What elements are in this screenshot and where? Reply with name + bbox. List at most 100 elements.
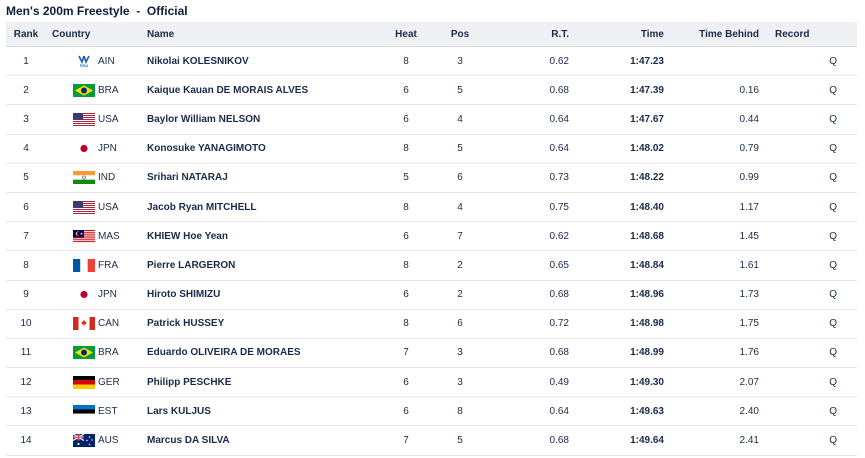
flag-jpn-icon: [73, 288, 95, 302]
heat-cell: 6: [403, 84, 409, 96]
pos-cell: 5: [457, 143, 463, 155]
time-behind-cell: 0.79: [739, 143, 759, 155]
country-code: JPN: [98, 289, 117, 301]
flag-ind-icon: [73, 171, 95, 185]
country-cell: USA: [73, 193, 143, 221]
time-cell: 1:49.64: [630, 435, 664, 447]
pos-cell: 4: [457, 201, 463, 213]
table-row[interactable]: 13 EST Lars KULJUS 6 8 0.64 1:49.63 2.40 Q: [6, 397, 857, 427]
table-row[interactable]: 1 FISU AIN Nikolai KOLESNIKOV 8 3 0.62 1:47.23 Q: [6, 47, 857, 77]
header-rank[interactable]: Rank: [6, 22, 46, 46]
time-cell: 1:48.22: [630, 172, 664, 184]
athlete-name[interactable]: Jacob Ryan MITCHELL: [147, 193, 377, 221]
header-time[interactable]: Time: [596, 22, 664, 46]
time-behind-cell: 2.41: [739, 435, 759, 447]
country-cell: FISU AIN: [73, 47, 143, 75]
country-code: AIN: [98, 55, 115, 67]
athlete-name[interactable]: Srihari NATARAJ: [147, 164, 377, 192]
rank-cell: 8: [23, 259, 29, 271]
table-row[interactable]: 2 BRA Kaique Kauan DE MORAIS ALVES 6 5 0.68 1:…: [6, 76, 857, 106]
country-cell: IND: [73, 164, 143, 192]
country-cell: AUS: [73, 426, 143, 454]
record-cell: Q: [829, 259, 837, 271]
athlete-name[interactable]: Konosuke YANAGIMOTO: [147, 135, 377, 163]
reaction-time-cell: 0.64: [549, 405, 569, 417]
header-time-behind[interactable]: Time Behind: [686, 22, 759, 46]
table-row[interactable]: 3 USA Baylor William NELSON 6 4 0.64 1:47.67 0.…: [6, 105, 857, 135]
pos-cell: 6: [457, 318, 463, 330]
table-row[interactable]: 12 GER Philipp PESCHKE 6 3 0.49 1:49.30 2.07 Q: [6, 368, 857, 398]
athlete-name[interactable]: Lars KULJUS: [147, 397, 377, 425]
country-code: USA: [98, 113, 119, 125]
athlete-name[interactable]: Patrick HUSSEY: [147, 310, 377, 338]
flag-usa-icon: [73, 112, 95, 126]
table-row[interactable]: 14 AUS Marcus DA SILVA 7 5 0.68 1:49.64 2.41 Q: [6, 426, 857, 456]
table-row[interactable]: 11 BRA Eduardo OLIVEIRA DE MORAES 7 3 0.68 1:4…: [6, 338, 857, 369]
header-heat[interactable]: Heat: [386, 22, 426, 46]
reaction-time-cell: 0.62: [549, 230, 569, 242]
record-cell: Q: [829, 113, 837, 125]
table-row[interactable]: 7 MAS KHIEW Hoe Yean 6 7 0.62 1:48.68 1.45 Q: [6, 222, 857, 252]
time-cell: 1:48.99: [630, 347, 664, 359]
athlete-name[interactable]: Hiroto SHIMIZU: [147, 281, 377, 309]
heat-cell: 6: [403, 376, 409, 388]
athlete-name[interactable]: Marcus DA SILVA: [147, 426, 377, 454]
country-code: USA: [98, 201, 119, 213]
table-row[interactable]: 10 CAN Patrick HUSSEY 8 6 0.72 1:48.98 1.75 Q: [6, 310, 857, 339]
rank-cell: 13: [20, 405, 32, 417]
record-cell: Q: [829, 289, 837, 301]
athlete-name[interactable]: Pierre LARGERON: [147, 251, 377, 279]
athlete-name[interactable]: Eduardo OLIVEIRA DE MORAES: [147, 339, 377, 367]
rank-cell: 12: [20, 376, 32, 388]
pos-cell: 7: [457, 230, 463, 242]
athlete-name[interactable]: Kaique Kauan DE MORAIS ALVES: [147, 76, 377, 104]
reaction-time-cell: 0.68: [549, 289, 569, 301]
flag-bra-icon: [73, 83, 95, 97]
country-code: MAS: [98, 230, 120, 242]
header-country[interactable]: Country: [52, 22, 122, 46]
heat-cell: 8: [403, 318, 409, 330]
country-cell: EST: [73, 397, 143, 425]
pos-cell: 2: [457, 289, 463, 301]
country-code: EST: [98, 405, 118, 417]
reaction-time-cell: 0.49: [549, 376, 569, 388]
country-cell: BRA: [73, 339, 143, 367]
record-cell: Q: [829, 172, 837, 184]
heat-cell: 6: [403, 113, 409, 125]
pos-cell: 8: [457, 405, 463, 417]
athlete-name[interactable]: KHIEW Hoe Yean: [147, 222, 377, 250]
time-behind-cell: 0.99: [739, 172, 759, 184]
time-behind-cell: 2.40: [739, 405, 759, 417]
flag-usa-icon: [73, 200, 95, 214]
table-row[interactable]: 4 JPN Konosuke YANAGIMOTO 8 5 0.64 1:48.02 0.79…: [6, 135, 857, 164]
table-body: 1 FISU AIN Nikolai KOLESNIKOV 8 3 0.62 1:47.23 Q…: [6, 47, 857, 456]
athlete-name[interactable]: Nikolai KOLESNIKOV: [147, 47, 377, 75]
pos-cell: 2: [457, 259, 463, 271]
heat-cell: 8: [403, 259, 409, 271]
header-record[interactable]: Record: [775, 22, 835, 46]
country-code: BRA: [98, 347, 119, 359]
flag-fra-icon: [73, 258, 95, 272]
header-pos[interactable]: Pos: [440, 22, 480, 46]
table-row[interactable]: 8 FRA Pierre LARGERON 8 2 0.65 1:48.84 1.61 Q: [6, 251, 857, 281]
time-cell: 1:47.39: [630, 84, 664, 96]
reaction-time-cell: 0.68: [549, 347, 569, 359]
reaction-time-cell: 0.64: [549, 143, 569, 155]
pos-cell: 3: [457, 376, 463, 388]
time-cell: 1:48.68: [630, 230, 664, 242]
time-cell: 1:49.63: [630, 405, 664, 417]
time-cell: 1:48.40: [630, 201, 664, 213]
svg-text:FISU: FISU: [80, 64, 89, 68]
header-name[interactable]: Name: [147, 22, 377, 46]
athlete-name[interactable]: Baylor William NELSON: [147, 105, 377, 133]
header-rt[interactable]: R.T.: [506, 22, 569, 46]
table-row[interactable]: 9 JPN Hiroto SHIMIZU 6 2 0.68 1:48.96 1.73 Q: [6, 280, 857, 310]
record-cell: Q: [829, 435, 837, 447]
table-row[interactable]: 5 IND Srihari NATARAJ 5 6 0.73 1:48.22 0.99 Q: [6, 163, 857, 193]
record-cell: Q: [829, 84, 837, 96]
heat-cell: 6: [403, 289, 409, 301]
table-row[interactable]: 6 USA Jacob Ryan MITCHELL 8 4 0.75 1:48.40 1.17…: [6, 193, 857, 223]
rank-cell: 14: [20, 435, 32, 447]
record-cell: Q: [829, 55, 837, 67]
athlete-name[interactable]: Philipp PESCHKE: [147, 368, 377, 396]
